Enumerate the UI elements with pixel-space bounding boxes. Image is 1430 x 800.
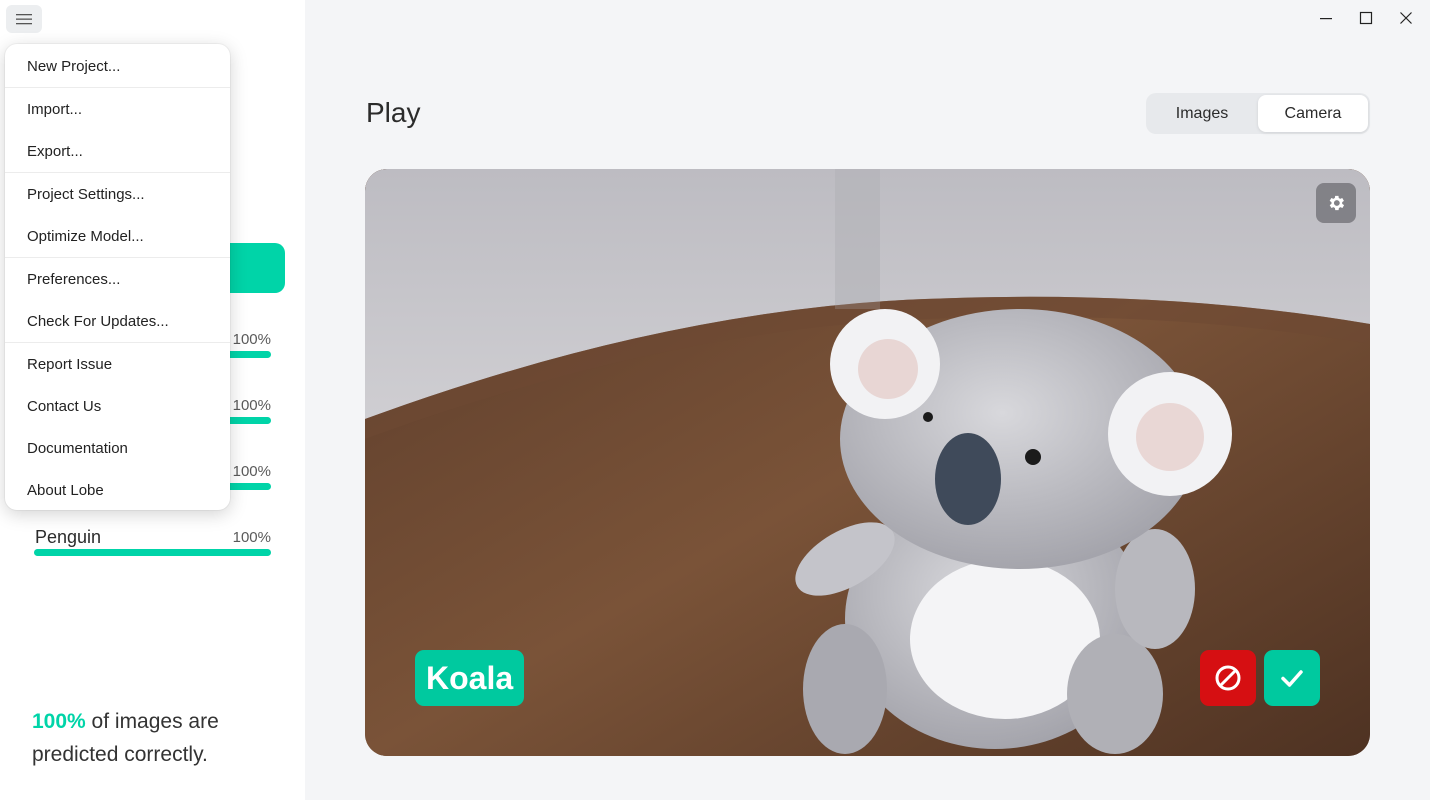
menu-item-preferences[interactable]: Preferences... bbox=[5, 258, 230, 300]
checkmark-icon bbox=[1281, 670, 1303, 687]
menu-item-new-project[interactable]: New Project... bbox=[5, 45, 230, 87]
close-button[interactable] bbox=[1394, 6, 1418, 30]
prediction-label: Koala bbox=[415, 650, 525, 706]
gear-icon bbox=[1329, 195, 1345, 211]
label-accuracy: 100% bbox=[232, 331, 271, 348]
label-name: Penguin bbox=[35, 527, 102, 547]
accuracy-summary: 100% of images are predicted correctly. bbox=[32, 705, 272, 771]
summary-text: of images are bbox=[85, 710, 219, 733]
accuracy-bar bbox=[34, 549, 271, 556]
tab-images[interactable]: Images bbox=[1148, 95, 1256, 132]
label-accuracy: 100% bbox=[232, 529, 271, 546]
menu-item-contact-us[interactable]: Contact Us bbox=[5, 385, 230, 427]
label-accuracy: 100% bbox=[232, 463, 271, 480]
accept-prediction-button[interactable] bbox=[1264, 650, 1320, 706]
page-title: Play bbox=[366, 97, 421, 128]
menu-button[interactable] bbox=[6, 5, 42, 33]
tab-camera[interactable]: Camera bbox=[1258, 95, 1368, 132]
minimize-button[interactable] bbox=[1314, 6, 1338, 30]
menu-item-check-updates[interactable]: Check For Updates... bbox=[5, 300, 230, 342]
label-accuracy: 100% bbox=[232, 397, 271, 414]
menu-item-import[interactable]: Import... bbox=[5, 88, 230, 130]
menu-item-about[interactable]: About Lobe bbox=[5, 469, 230, 511]
accuracy-bar-fill bbox=[34, 549, 271, 556]
menu-item-export[interactable]: Export... bbox=[5, 130, 230, 172]
maximize-icon bbox=[1359, 11, 1373, 25]
view-toggle: Images Camera bbox=[1146, 93, 1370, 134]
menu-item-documentation[interactable]: Documentation bbox=[5, 427, 230, 469]
close-icon bbox=[1400, 12, 1412, 24]
camera-preview: Koala bbox=[365, 169, 1370, 756]
summary-text-line2: predicted correctly. bbox=[32, 743, 208, 766]
menu-item-project-settings[interactable]: Project Settings... bbox=[5, 173, 230, 215]
prohibit-icon bbox=[1215, 665, 1241, 691]
reject-prediction-button[interactable] bbox=[1200, 650, 1256, 706]
hamburger-icon bbox=[16, 14, 32, 25]
menu-item-optimize-model[interactable]: Optimize Model... bbox=[5, 215, 230, 257]
menu-item-report-issue[interactable]: Report Issue bbox=[5, 343, 230, 385]
camera-settings-button[interactable] bbox=[1316, 183, 1356, 223]
minimize-icon bbox=[1320, 18, 1332, 20]
app-menu: New Project... Import... Export... Proje… bbox=[5, 44, 230, 510]
maximize-button[interactable] bbox=[1354, 6, 1378, 30]
summary-percent: 100% bbox=[32, 710, 86, 733]
